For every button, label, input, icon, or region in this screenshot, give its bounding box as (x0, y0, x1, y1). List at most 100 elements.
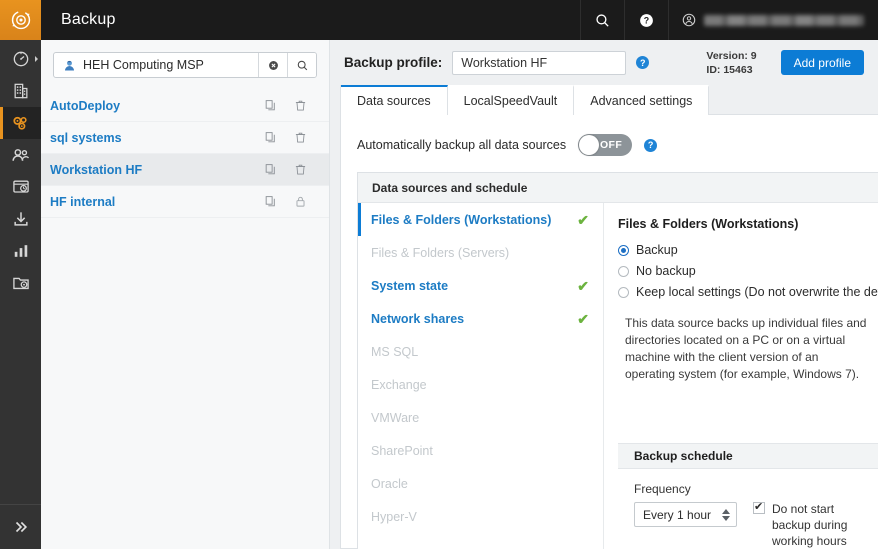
search-input[interactable]: HEH Computing MSP (54, 53, 258, 77)
data-source-row[interactable]: Hyper-V (358, 500, 603, 533)
version-line: Version: 9 (706, 49, 757, 62)
profile-copy-button[interactable] (255, 131, 285, 144)
main-area: HEH Computing MSP AutoDeploy sql systems… (41, 40, 878, 549)
data-source-list: Files & Folders (Workstations) ✔ Files & F… (358, 203, 604, 549)
frequency-select[interactable]: Every 1 hour (634, 502, 737, 527)
user-account-menu[interactable] (668, 0, 878, 40)
backup-mode-option[interactable]: No backup (618, 264, 878, 279)
gauge-icon (13, 51, 28, 67)
user-name-redacted (704, 14, 864, 26)
profiles-column: HEH Computing MSP AutoDeploy sql systems… (41, 40, 330, 549)
search-icon (297, 60, 307, 70)
backup-mode-option[interactable]: Backup (618, 243, 878, 258)
profile-delete-button[interactable] (285, 99, 315, 112)
data-source-row[interactable]: Files & Folders (Servers) (358, 236, 603, 269)
folder-restore-icon (12, 277, 29, 290)
profile-help-icon[interactable]: ? (636, 56, 650, 69)
data-source-row[interactable]: MS SQL (358, 335, 603, 368)
detail-description: This data source backs up individual fil… (625, 316, 867, 381)
search-submit-button[interactable] (287, 53, 316, 77)
building-icon (14, 83, 27, 99)
profile-row[interactable]: HF internal (41, 186, 329, 218)
detail-title: Files & Folders (Workstations) (618, 217, 799, 231)
tab-data-sources[interactable]: Data sources (341, 85, 448, 115)
lock-icon (296, 196, 304, 207)
left-nav-rail (0, 0, 41, 549)
rail-expand-button[interactable] (0, 504, 41, 549)
data-source-row[interactable]: System state ✔ (358, 269, 603, 302)
radio-label: Backup (636, 243, 678, 257)
clear-circle-icon (268, 60, 278, 70)
data-source-label: Oracle (371, 476, 408, 491)
add-profile-button[interactable]: Add profile (780, 50, 864, 75)
sidebar-item-devices[interactable] (0, 171, 41, 203)
tab-strip-filler (709, 85, 878, 115)
backup-schedule-body: Frequency Every 1 hour Do (618, 469, 878, 549)
backup-mode-radio-group: Backup No backup Keep local settings (Do n… (618, 243, 878, 300)
search-icon (596, 13, 609, 27)
app-logo[interactable] (0, 0, 41, 40)
working-hours-checkbox-row[interactable]: Do not start backup during working hours (753, 482, 873, 549)
tab-localspeedvault[interactable]: LocalSpeedVault (447, 85, 575, 115)
profile-delete-button[interactable] (285, 163, 315, 176)
stepper-arrows-icon[interactable] (722, 508, 730, 521)
data-source-row[interactable]: SharePoint (358, 434, 603, 467)
profile-copy-button[interactable] (255, 163, 285, 176)
content-column: Backup profile: Workstation HF ? Version… (330, 40, 878, 549)
sidebar-item-profiles[interactable] (0, 107, 41, 139)
data-source-label: MS SQL (371, 344, 419, 359)
download-icon (13, 212, 28, 226)
auto-backup-row: Automatically backup all data sources OF… (341, 115, 878, 156)
auto-backup-label: Automatically backup all data sources (357, 138, 567, 152)
tab-strip: Data sources LocalSpeedVault Advanced sett… (341, 85, 878, 115)
profile-row[interactable]: sql systems (41, 122, 329, 154)
users-icon (12, 148, 30, 161)
profile-name-input[interactable]: Workstation HF (452, 50, 627, 75)
copy-icon (265, 132, 275, 143)
radio-button[interactable] (618, 287, 629, 298)
radio-button[interactable] (618, 245, 629, 256)
sidebar-item-restore[interactable] (0, 267, 41, 299)
data-source-row[interactable]: Oracle (358, 467, 603, 500)
auto-backup-help-icon[interactable]: ? (644, 138, 658, 152)
trash-icon (295, 100, 305, 111)
radio-button[interactable] (618, 266, 629, 277)
radio-label: Keep local settings (Do not overwrite th… (636, 285, 878, 299)
profile-row[interactable]: Workstation HF (41, 154, 329, 186)
working-hours-checkbox[interactable] (753, 500, 765, 514)
sidebar-item-users[interactable] (0, 139, 41, 171)
radio-label: No backup (636, 264, 696, 278)
copy-icon (265, 100, 275, 111)
data-source-label: Files & Folders (Servers) (371, 245, 510, 260)
profile-list: AutoDeploy sql systems Workstation HF HF in… (41, 88, 329, 218)
backup-logo-icon (11, 10, 30, 30)
page-title: Backup (61, 11, 116, 28)
data-source-row[interactable]: Network shares ✔ (358, 302, 603, 335)
version-info: Version: 9 ID: 15463 (706, 49, 770, 77)
auto-backup-toggle[interactable]: OFF (578, 134, 633, 156)
data-source-row[interactable]: Exchange (358, 368, 603, 401)
search-clear-button[interactable] (258, 53, 287, 77)
sidebar-item-organizations[interactable] (0, 75, 41, 107)
profile-lock-icon (285, 195, 315, 208)
copy-icon (265, 196, 275, 207)
data-source-row[interactable]: VMWare (358, 401, 603, 434)
backup-mode-option[interactable]: Keep local settings (Do not overwrite th… (618, 285, 878, 300)
global-search-button[interactable] (580, 0, 624, 40)
sidebar-item-dashboard[interactable] (0, 43, 41, 75)
working-hours-label: Do not start backup during working hours (772, 502, 848, 548)
sidebar-item-downloads[interactable] (0, 203, 41, 235)
profile-copy-button[interactable] (255, 195, 285, 208)
double-chevron-right-icon (15, 521, 27, 533)
tab-advanced-settings[interactable]: Advanced settings (574, 85, 710, 115)
search-box[interactable]: HEH Computing MSP (53, 52, 317, 78)
sidebar-item-reports[interactable] (0, 235, 41, 267)
profile-copy-button[interactable] (255, 99, 285, 112)
profile-row[interactable]: AutoDeploy (41, 90, 329, 122)
profile-name-value: Workstation HF (461, 55, 548, 70)
data-source-label: Hyper-V (371, 509, 417, 524)
data-source-check-icon: ✔ (577, 277, 589, 294)
help-button[interactable]: ? (624, 0, 668, 40)
data-source-row[interactable]: Files & Folders (Workstations) ✔ (358, 203, 603, 236)
profile-delete-button[interactable] (285, 131, 315, 144)
